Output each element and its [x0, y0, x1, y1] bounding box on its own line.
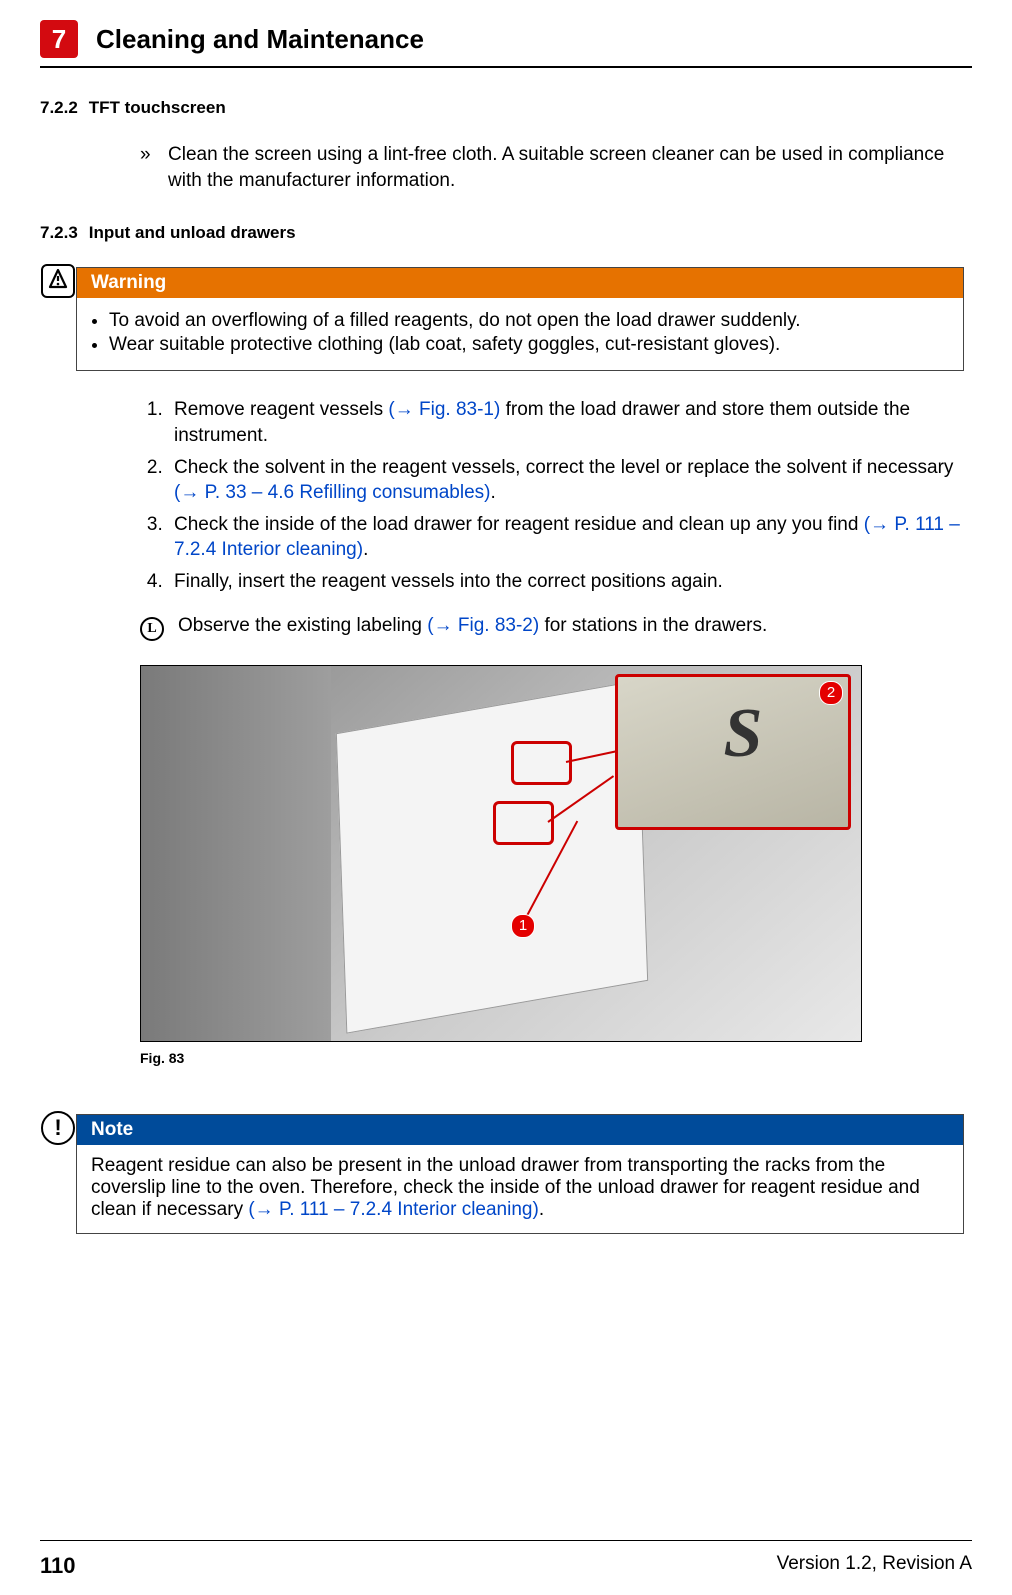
text: .	[363, 539, 368, 560]
page-footer: 110 Version 1.2, Revision A	[40, 1540, 972, 1579]
text: .	[539, 1199, 544, 1220]
warning-callout: Warning To avoid an overflowing of a fil…	[76, 267, 964, 371]
section-heading-723: 7.2.3 Input and unload drawers	[40, 223, 972, 243]
text: Check the inside of the load drawer for …	[174, 514, 864, 535]
callout-box	[493, 801, 554, 845]
chapter-number-badge: 7	[40, 20, 78, 58]
note-callout: ! Note Reagent residue can also be prese…	[76, 1114, 964, 1234]
note-body: Reagent residue can also be present in t…	[77, 1145, 963, 1233]
text: for stations in the drawers.	[539, 615, 767, 636]
figure-inset: S	[615, 674, 851, 830]
callout-box	[511, 741, 572, 785]
figure-image: 1 S 2	[140, 665, 862, 1042]
figure-caption: Fig. 83	[140, 1050, 860, 1066]
warning-bullet: To avoid an overflowing of a filled reag…	[109, 310, 949, 332]
section-heading-722: 7.2.2 TFT touchscreen	[40, 98, 972, 118]
info-icon: L	[140, 617, 164, 641]
list-item: » Clean the screen using a lint-free clo…	[140, 142, 962, 193]
text: Remove reagent vessels	[174, 399, 388, 420]
note-icon: !	[41, 1111, 75, 1145]
cross-reference[interactable]: (→ P. 33 – 4.6 Refilling consumables)	[174, 482, 490, 503]
cross-reference[interactable]: (→ P. 111 – 7.2.4 Interior cleaning)	[248, 1199, 538, 1220]
warning-icon	[41, 264, 75, 298]
step-3: Check the inside of the load drawer for …	[168, 512, 962, 563]
section-title: TFT touchscreen	[89, 98, 226, 117]
text: Check the solvent in the reagent vessels…	[174, 457, 953, 478]
warning-header: Warning	[77, 268, 963, 298]
cross-reference[interactable]: (→ Fig. 83-2)	[427, 615, 539, 636]
text: Observe the existing labeling	[178, 615, 427, 636]
chapter-title: Cleaning and Maintenance	[96, 24, 424, 55]
figure-callout-1: 1	[511, 914, 535, 938]
cross-reference[interactable]: (→ Fig. 83-1)	[388, 399, 500, 420]
warning-bullet: Wear suitable protective clothing (lab c…	[109, 334, 949, 356]
step-1: Remove reagent vessels (→ Fig. 83-1) fro…	[168, 397, 962, 448]
section-number: 7.2.2	[40, 98, 84, 118]
info-line: L Observe the existing labeling (→ Fig. …	[140, 615, 962, 641]
text: .	[490, 482, 495, 503]
step-4: Finally, insert the reagent vessels into…	[168, 569, 962, 595]
inset-label: S	[724, 694, 763, 774]
figure-callout-2: 2	[819, 681, 843, 705]
step-2: Check the solvent in the reagent vessels…	[168, 455, 962, 506]
section-number: 7.2.3	[40, 223, 84, 243]
page-number: 110	[40, 1553, 76, 1579]
version-text: Version 1.2, Revision A	[777, 1553, 972, 1579]
note-header: Note	[77, 1115, 963, 1145]
procedure-steps: Remove reagent vessels (→ Fig. 83-1) fro…	[140, 397, 962, 594]
item-text: Clean the screen using a lint-free cloth…	[168, 142, 962, 193]
angle-marker-icon: »	[140, 142, 168, 193]
figure-83: 1 S 2 Fig. 83	[140, 665, 860, 1066]
section-title: Input and unload drawers	[89, 223, 296, 242]
warning-body: To avoid an overflowing of a filled reag…	[77, 298, 963, 370]
page-header: 7 Cleaning and Maintenance	[40, 20, 972, 68]
